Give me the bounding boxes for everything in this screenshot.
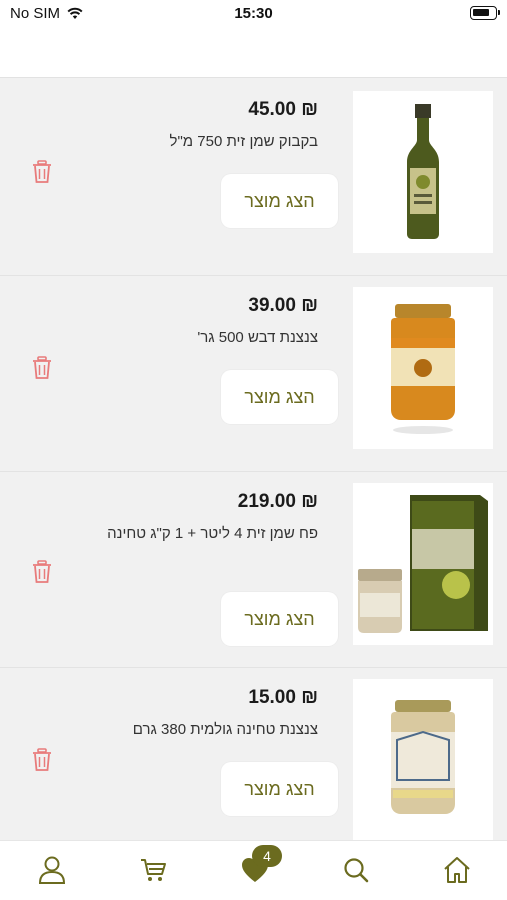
favorites-list[interactable]: ₪ 45.00 בקבוק שמן זית 750 מ"ל הצג מוצר ₪… <box>0 80 507 840</box>
profile-icon <box>38 856 66 884</box>
show-product-button[interactable]: הצג מוצר <box>221 762 338 816</box>
nav-home[interactable] <box>440 853 474 887</box>
search-icon <box>344 858 369 883</box>
list-item: ₪ 219.00 פח שמן זית 4 ליטר + 1 ק"ג טחינה… <box>0 472 507 668</box>
nav-search[interactable] <box>339 853 373 887</box>
tahini-jar-icon <box>391 700 455 814</box>
product-price: ₪ 45.00 <box>248 99 318 120</box>
show-product-button[interactable]: הצג מוצר <box>221 592 338 646</box>
product-image-olive-oil-bottle[interactable] <box>353 91 493 253</box>
cart-icon <box>141 859 166 881</box>
battery-icon <box>470 6 500 20</box>
nav-profile[interactable] <box>35 853 69 887</box>
trash-icon[interactable] <box>32 748 52 772</box>
bottom-nav: 4 <box>0 840 507 900</box>
status-bar: No SIM 15:30 <box>0 0 507 28</box>
product-image-olive-oil-tin-and-tahini[interactable] <box>353 483 493 645</box>
product-price: ₪ 15.00 <box>248 687 318 708</box>
trash-icon[interactable] <box>32 560 52 584</box>
list-item: ₪ 39.00 צנצנת דבש 500 גר' הצג מוצר <box>0 276 507 472</box>
product-price: ₪ 39.00 <box>248 295 318 316</box>
product-image-tahini-jar[interactable] <box>353 679 493 840</box>
product-price: ₪ 219.00 <box>237 491 318 512</box>
show-product-button[interactable]: הצג מוצר <box>221 370 338 424</box>
favorites-count-badge: 4 <box>252 845 282 867</box>
olive-oil-bottle-icon <box>407 104 439 239</box>
trash-icon[interactable] <box>32 160 52 184</box>
list-item: ₪ 45.00 בקבוק שמן זית 750 מ"ל הצג מוצר <box>0 80 507 276</box>
home-icon <box>444 857 470 883</box>
list-item: ₪ 15.00 צנצנת טחינה גולמית 380 גרם הצג מ… <box>0 668 507 840</box>
nav-favorites[interactable]: 4 <box>238 845 282 887</box>
show-product-button[interactable]: הצג מוצר <box>221 174 338 228</box>
page-header <box>0 28 507 78</box>
status-time: 15:30 <box>234 5 273 22</box>
product-title: צנצנת דבש 500 גר' <box>197 329 318 346</box>
nav-cart[interactable] <box>136 853 170 887</box>
product-title: פח שמן זית 4 ליטר + 1 ק"ג טחינה <box>107 525 318 542</box>
trash-icon[interactable] <box>32 356 52 380</box>
product-title: בקבוק שמן זית 750 מ"ל <box>169 133 318 150</box>
honey-jar-icon <box>391 304 455 434</box>
product-image-honey-jar[interactable] <box>353 287 493 449</box>
olive-oil-tin-icon <box>358 495 488 633</box>
product-title: צנצנת טחינה גולמית 380 גרם <box>132 721 318 738</box>
